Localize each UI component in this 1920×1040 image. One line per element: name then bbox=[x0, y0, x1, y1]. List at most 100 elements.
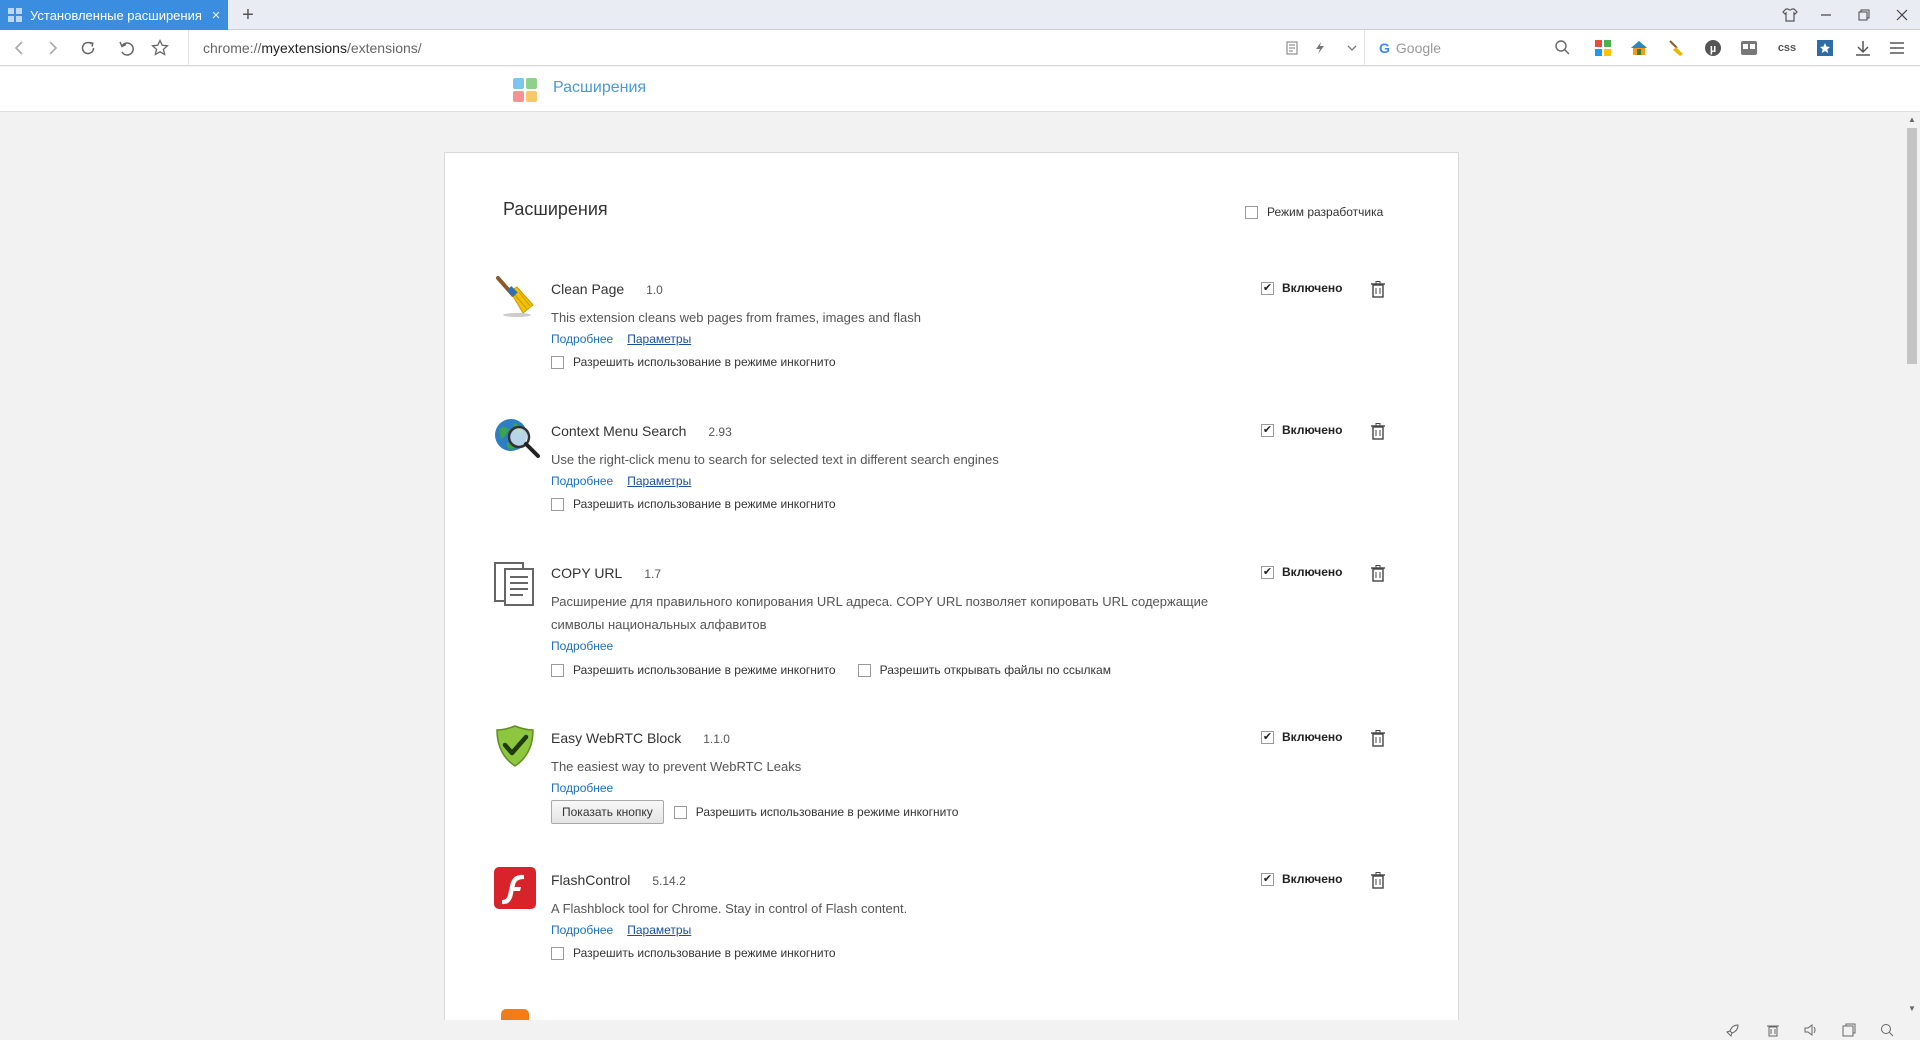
scroll-up-arrow-icon[interactable]: ▲ bbox=[1907, 115, 1917, 125]
incognito-label: Разрешить использование в режиме инкогни… bbox=[695, 805, 959, 819]
incognito-toggle[interactable]: Разрешить использование в режиме инкогни… bbox=[551, 355, 836, 369]
svg-text:µ: µ bbox=[1710, 43, 1716, 55]
incognito-checkbox[interactable] bbox=[551, 497, 564, 511]
incognito-checkbox[interactable] bbox=[673, 805, 687, 819]
tab-extensions[interactable]: Установленные расширения × bbox=[0, 0, 228, 30]
minimize-button[interactable] bbox=[1808, 0, 1844, 30]
file-urls-toggle[interactable]: Разрешить открывать файлы по ссылкам bbox=[857, 663, 1111, 677]
trash-icon[interactable] bbox=[1369, 280, 1387, 298]
window-mode-icon[interactable] bbox=[1840, 1022, 1858, 1038]
developer-mode-toggle[interactable]: Режим разработчика bbox=[1245, 205, 1383, 219]
extension-name: Clean Page bbox=[551, 281, 625, 297]
incognito-toggle[interactable]: Разрешить использование в режиме инкогни… bbox=[551, 663, 836, 677]
home-icon[interactable] bbox=[1626, 35, 1652, 61]
undo-close-tab-button[interactable] bbox=[112, 34, 140, 62]
options-link[interactable]: Параметры bbox=[627, 332, 691, 346]
extension-description: A Flashblock tool for Chrome. Stay in co… bbox=[551, 901, 908, 916]
enabled-checkbox[interactable]: ✔ bbox=[1261, 872, 1274, 886]
incognito-checkbox[interactable] bbox=[551, 355, 564, 369]
incognito-checkbox[interactable] bbox=[551, 946, 564, 960]
extension-links: Подробнее bbox=[551, 781, 613, 795]
extension-actions-row: Показать кнопку Разрешить использование … bbox=[551, 800, 958, 824]
incognito-checkbox[interactable] bbox=[551, 663, 564, 677]
enabled-checkbox[interactable]: ✔ bbox=[1261, 730, 1274, 744]
page-header-title[interactable]: Расширения bbox=[553, 79, 646, 97]
tab-close-icon[interactable]: × bbox=[204, 7, 228, 24]
developer-mode-label: Режим разработчика bbox=[1267, 205, 1384, 219]
back-button[interactable] bbox=[6, 34, 34, 62]
incognito-toggle[interactable]: Разрешить использование в режиме инкогни… bbox=[673, 805, 959, 819]
zoom-search-icon[interactable] bbox=[1878, 1022, 1896, 1038]
enabled-checkbox[interactable]: ✔ bbox=[1261, 565, 1274, 579]
extension-name-row: Clean Page 1.0 bbox=[551, 281, 663, 297]
file-urls-checkbox[interactable] bbox=[857, 663, 871, 677]
enabled-toggle[interactable]: ✔ Включено bbox=[1261, 281, 1342, 295]
trash-icon[interactable] bbox=[1369, 564, 1387, 582]
search-box[interactable]: G Google bbox=[1364, 30, 1576, 66]
trash-icon[interactable] bbox=[1369, 422, 1387, 440]
enabled-checkbox[interactable]: ✔ bbox=[1261, 281, 1274, 295]
options-link[interactable]: Параметры bbox=[627, 474, 691, 488]
forward-button[interactable] bbox=[38, 34, 66, 62]
extension-item-flashcontrol: FlashControl 5.14.2 A Flashblock tool fo… bbox=[493, 866, 1413, 966]
file-urls-label: Разрешить открывать файлы по ссылкам bbox=[879, 663, 1111, 677]
details-link[interactable]: Подробнее bbox=[551, 474, 613, 488]
extension-item-easy-webrtc-block: Easy WebRTC Block 1.1.0 The easiest way … bbox=[493, 724, 1413, 824]
incognito-toggle[interactable]: Разрешить использование в режиме инкогни… bbox=[551, 497, 836, 511]
address-bar[interactable]: chrome://myextensions/extensions/ bbox=[188, 30, 1338, 66]
skins-icon[interactable] bbox=[1772, 0, 1808, 30]
reader-mode-icon[interactable] bbox=[1280, 36, 1304, 60]
tab-title: Установленные расширения bbox=[30, 7, 202, 23]
css-extension-button[interactable]: css bbox=[1774, 35, 1800, 61]
google-logo-icon: G bbox=[1379, 40, 1390, 56]
reload-button[interactable] bbox=[74, 34, 102, 62]
clear-history-trash-icon[interactable] bbox=[1764, 1022, 1782, 1038]
enabled-label: Включено bbox=[1282, 281, 1343, 295]
turbo-rocket-icon[interactable] bbox=[1724, 1022, 1742, 1038]
details-link[interactable]: Подробнее bbox=[551, 639, 613, 653]
enabled-toggle[interactable]: ✔ Включено bbox=[1261, 565, 1342, 579]
url-scheme: chrome:// bbox=[203, 40, 262, 56]
details-link[interactable]: Подробнее bbox=[551, 781, 613, 795]
extension-item-clean-page: Clean Page 1.0 This extension cleans web… bbox=[493, 275, 1413, 375]
main-menu-icon[interactable] bbox=[1884, 35, 1910, 61]
clean-page-broom-icon[interactable] bbox=[1663, 35, 1689, 61]
extension-name: FlashControl bbox=[551, 872, 631, 888]
trash-icon[interactable] bbox=[1369, 729, 1387, 747]
panel-title: Расширения bbox=[503, 199, 608, 219]
close-window-button[interactable] bbox=[1884, 0, 1920, 30]
bookmark-star-icon[interactable] bbox=[146, 34, 174, 62]
enabled-checkbox[interactable]: ✔ bbox=[1261, 423, 1274, 437]
downloads-icon[interactable] bbox=[1850, 35, 1876, 61]
bookmark-extension-icon[interactable] bbox=[1812, 35, 1838, 61]
page-scrollbar[interactable]: ▲ ▼ bbox=[1904, 112, 1920, 1020]
details-link[interactable]: Подробнее bbox=[551, 332, 613, 346]
scrollbar-thumb[interactable] bbox=[1907, 128, 1917, 364]
incognito-toggle[interactable]: Разрешить использование в режиме инкогни… bbox=[551, 946, 836, 960]
trash-icon[interactable] bbox=[1369, 871, 1387, 889]
flash-turbo-icon[interactable] bbox=[1308, 36, 1332, 60]
options-link[interactable]: Параметры bbox=[627, 923, 691, 937]
extension-name-row: COPY URL 1.7 bbox=[551, 565, 661, 581]
volume-icon[interactable] bbox=[1802, 1022, 1820, 1038]
extension-name-row: Easy WebRTC Block 1.1.0 bbox=[551, 730, 730, 746]
new-tab-button[interactable]: + bbox=[236, 2, 260, 28]
show-button-button[interactable]: Показать кнопку bbox=[551, 800, 664, 824]
developer-mode-checkbox[interactable] bbox=[1245, 205, 1258, 219]
extension-name: COPY URL bbox=[551, 565, 623, 581]
scroll-down-arrow-icon[interactable]: ▼ bbox=[1907, 1004, 1917, 1014]
extension-links: Подробнее Параметры bbox=[551, 474, 691, 488]
enabled-toggle[interactable]: ✔ Включено bbox=[1261, 423, 1342, 437]
extensions-logo-icon bbox=[513, 78, 537, 102]
enabled-toggle[interactable]: ✔ Включено bbox=[1261, 872, 1342, 886]
dropdown-chevron-icon[interactable] bbox=[1340, 36, 1364, 60]
apps-grid-icon[interactable] bbox=[1590, 35, 1616, 61]
utorrent-icon[interactable]: µ bbox=[1700, 35, 1726, 61]
restore-button[interactable] bbox=[1846, 0, 1882, 30]
details-link[interactable]: Подробнее bbox=[551, 923, 613, 937]
search-icon[interactable] bbox=[1554, 39, 1570, 58]
extensions-favicon-icon bbox=[8, 8, 22, 22]
flashcontrol-toolbar-icon[interactable] bbox=[1736, 35, 1762, 61]
globe-magnifier-icon bbox=[493, 417, 540, 461]
enabled-toggle[interactable]: ✔ Включено bbox=[1261, 730, 1342, 744]
